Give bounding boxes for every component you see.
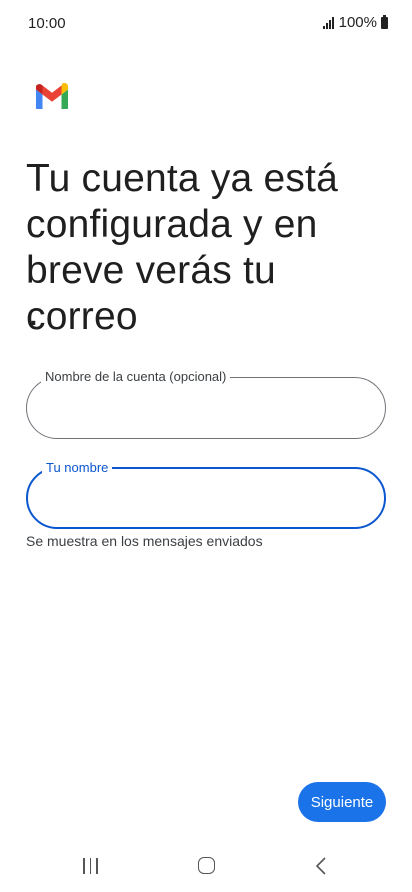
- back-icon[interactable]: [314, 856, 328, 876]
- your-name-helper: Se muestra en los mensajes enviados: [26, 533, 263, 549]
- battery-percent: 100%: [338, 14, 377, 31]
- your-name-input[interactable]: [48, 487, 364, 513]
- signal-icon: [322, 16, 334, 29]
- status-time: 10:00: [28, 15, 66, 32]
- account-name-field[interactable]: Nombre de la cuenta (opcional): [26, 369, 386, 439]
- home-icon[interactable]: [198, 857, 215, 874]
- page-title-trailing: .: [28, 291, 39, 334]
- navigation-bar: [0, 848, 412, 892]
- your-name-label: Tu nombre: [42, 460, 113, 476]
- status-bar: 10:00 100%: [0, 0, 412, 48]
- page-title: Tu cuenta ya está configurada y en breve…: [26, 157, 338, 338]
- status-indicators: 100%: [322, 14, 388, 31]
- gmail-logo-icon: [35, 82, 69, 109]
- account-name-input[interactable]: [47, 396, 365, 422]
- your-name-field[interactable]: Tu nombre: [26, 460, 386, 529]
- account-name-label: Nombre de la cuenta (opcional): [41, 369, 231, 385]
- recents-icon[interactable]: [83, 858, 98, 874]
- battery-icon: [381, 14, 388, 29]
- next-button[interactable]: Siguiente: [298, 782, 386, 822]
